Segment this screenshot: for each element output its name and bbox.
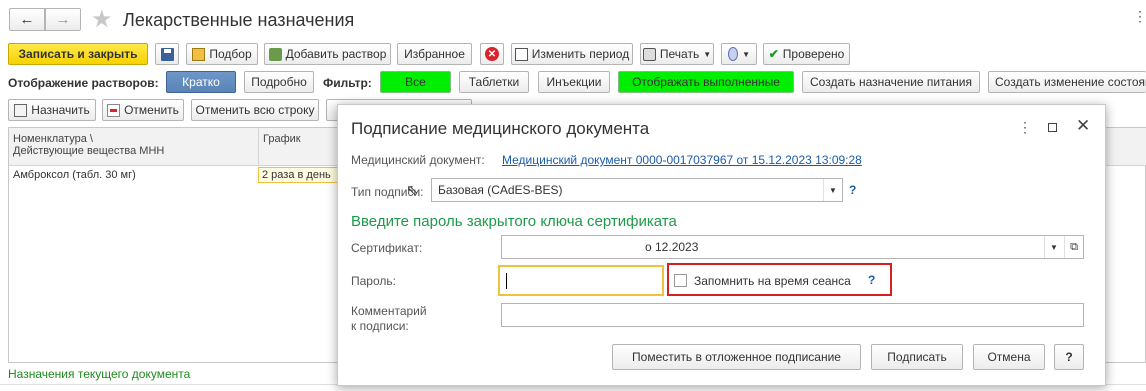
certificate-label: Сертификат: — [351, 241, 423, 255]
filter-injections-button[interactable]: Инъекции — [538, 71, 610, 93]
chevron-down-icon: ▼ — [742, 49, 750, 59]
add-solution-button[interactable]: Добавить раствор — [264, 43, 391, 65]
selection-icon — [192, 47, 206, 61]
back-button[interactable]: ← — [9, 8, 45, 31]
window-title: Лекарственные назначения — [123, 10, 355, 30]
column-header-nomenclature[interactable]: Номенклатура \ Действующие вещества МНН — [13, 133, 164, 157]
filter-all-button[interactable]: Все — [380, 71, 451, 93]
status-menu-button[interactable]: ▼ — [721, 43, 757, 65]
delete-button[interactable]: ✕ — [480, 43, 504, 65]
password-label: Пароль: — [351, 274, 396, 288]
create-change-button[interactable]: Создать изменение состояния — [988, 71, 1146, 93]
defer-signing-button[interactable]: Поместить в отложенное подписание — [612, 344, 861, 370]
show-done-button[interactable]: Отображать выполненные — [618, 71, 794, 93]
column-header-schedule[interactable]: График — [263, 133, 301, 145]
chevron-down-icon: ▼ — [703, 49, 712, 59]
mouse-cursor-icon: ⇖ — [406, 182, 419, 199]
signature-type-help[interactable]: ? — [849, 183, 856, 197]
comment-label: Комментарий к подписи: — [351, 304, 427, 333]
open-icon[interactable]: ⧉ — [1064, 236, 1083, 258]
display-solutions-label: Отображение растворов: — [8, 76, 159, 90]
forward-button[interactable]: → — [45, 8, 81, 31]
back-arrow-icon: ← — [19, 11, 35, 28]
footer-status: Назначения текущего документа — [8, 367, 191, 381]
remember-checkbox[interactable] — [674, 274, 687, 287]
sign-button[interactable]: Подписать — [871, 344, 963, 370]
change-period-button[interactable]: Изменить период — [511, 43, 633, 65]
forward-arrow-icon: → — [55, 11, 71, 28]
close-icon[interactable]: ✕ — [1076, 116, 1090, 136]
certificate-select[interactable]: о 12.2023 ▼ ⧉ — [501, 235, 1084, 259]
create-nutrition-button[interactable]: Создать назначение питания — [802, 71, 980, 93]
dialog-more-icon[interactable]: ⋮ — [1018, 119, 1032, 136]
filter-tablets-button[interactable]: Таблетки — [459, 71, 529, 93]
assign-button[interactable]: Назначить — [8, 99, 96, 121]
circle-icon — [728, 47, 739, 61]
more-icon[interactable]: ⋮ — [1133, 8, 1146, 25]
dialog-title: Подписание медицинского документа — [351, 119, 650, 138]
maximize-icon[interactable] — [1048, 123, 1057, 132]
detailed-toggle[interactable]: Подробно — [244, 71, 314, 93]
row-schedule-cell[interactable]: 2 раза в день — [258, 167, 338, 183]
check-icon: ✔ — [768, 47, 779, 61]
comment-input[interactable] — [501, 303, 1084, 327]
cancel-button[interactable]: Отмена — [973, 344, 1045, 370]
period-icon — [514, 47, 528, 61]
document-link[interactable]: Медицинский документ 0000-0017037967 от … — [502, 153, 862, 167]
floppy-disk-icon — [160, 47, 174, 61]
printer-icon — [642, 47, 656, 61]
document-label: Медицинский документ: — [351, 153, 485, 167]
signature-type-select[interactable]: Базовая (CAdES-BES) ▼ — [431, 178, 843, 202]
cancel-doc-icon — [107, 103, 121, 117]
print-button[interactable]: Печать ▼ — [640, 43, 714, 65]
remember-help[interactable]: ? — [868, 273, 875, 287]
favorites-button[interactable]: Избранное — [397, 43, 472, 65]
delete-icon: ✕ — [485, 47, 499, 61]
chevron-down-icon[interactable]: ▼ — [1044, 236, 1063, 258]
text-cursor — [506, 272, 507, 289]
remember-label[interactable]: Запомнить на время сеанса — [694, 274, 851, 288]
sign-document-dialog: Подписание медицинского документа ⋮ ✕ Ме… — [337, 104, 1106, 386]
filter-label: Фильтр: — [323, 76, 372, 90]
add-solution-icon — [268, 47, 282, 61]
password-input[interactable] — [498, 265, 664, 296]
chevron-down-icon[interactable]: ▼ — [823, 179, 842, 201]
help-button[interactable]: ? — [1054, 344, 1084, 370]
password-prompt: Введите пароль закрытого ключа сертифика… — [351, 213, 677, 230]
save-button[interactable] — [155, 43, 179, 65]
checked-button[interactable]: ✔ Проверено — [763, 43, 850, 65]
column-divider — [258, 128, 259, 165]
podbor-button[interactable]: Подбор — [186, 43, 258, 65]
cancel-assignment-button[interactable]: Отменить — [102, 99, 184, 121]
cancel-row-button[interactable]: Отменить всю строку — [191, 99, 319, 121]
save-close-button[interactable]: Записать и закрыть — [8, 43, 148, 65]
assign-icon — [14, 103, 28, 117]
brief-toggle[interactable]: Кратко — [166, 71, 236, 93]
row-name-cell: Амброксол (табл. 30 мг) — [13, 169, 136, 181]
favorite-star-icon[interactable]: ★ — [91, 5, 113, 34]
